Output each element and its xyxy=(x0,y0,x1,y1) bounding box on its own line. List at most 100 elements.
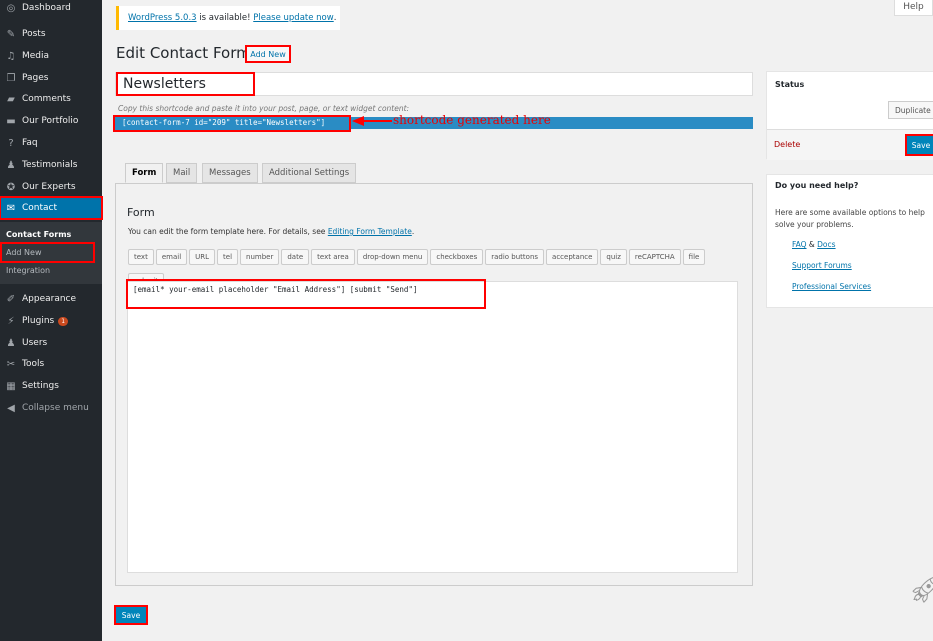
tag-button-number[interactable]: number xyxy=(240,249,280,265)
dashboard-icon: ◎ xyxy=(6,2,16,14)
tag-button-date[interactable]: date xyxy=(281,249,310,265)
sidebar-item-plugins[interactable]: ⚡ Plugins 1 xyxy=(0,310,102,332)
save-button-bottom[interactable]: Save xyxy=(114,605,148,625)
add-new-button[interactable]: Add New xyxy=(245,45,291,63)
sidebar-item-label: Comments xyxy=(22,94,71,104)
desc-end: . xyxy=(411,227,415,236)
help-text: Here are some available options to help … xyxy=(775,208,925,229)
wordpress-version-link[interactable]: WordPress 5.0.3 xyxy=(128,13,197,23)
settings-icon: ▦ xyxy=(6,380,16,392)
help-box: Do you need help? Here are some availabl… xyxy=(766,174,933,308)
sidebar-item-testimonials[interactable]: ♟ Testimonials xyxy=(0,154,102,176)
folder-icon: ▬ xyxy=(6,115,16,127)
help-title: Do you need help? xyxy=(775,181,859,190)
update-now-link[interactable]: Please update now xyxy=(253,13,333,23)
page-title: Edit Contact Form xyxy=(116,44,251,62)
sidebar-item-users[interactable]: ♟ Users xyxy=(0,332,102,354)
sidebar-item-label: Media xyxy=(22,51,50,61)
submenu-add-new[interactable]: Add New xyxy=(6,248,41,257)
collapse-icon: ◀ xyxy=(7,402,15,414)
brush-icon: ✐ xyxy=(6,293,16,305)
tag-button-checkboxes[interactable]: checkboxes xyxy=(430,249,484,265)
tag-button-text[interactable]: text xyxy=(128,249,154,265)
form-description: You can edit the form template here. For… xyxy=(128,227,414,236)
question-icon: ? xyxy=(8,137,14,149)
plugin-icon: ⚡ xyxy=(7,315,15,327)
shortcode-text[interactable]: [contact-form-7 id="209" title="Newslett… xyxy=(113,115,351,132)
sidebar-item-pages[interactable]: ❐ Pages xyxy=(0,67,102,89)
tag-button-radio-buttons[interactable]: radio buttons xyxy=(485,249,545,265)
sidebar-item-comments[interactable]: ▰ Comments xyxy=(0,88,102,110)
delete-link[interactable]: Delete xyxy=(774,140,800,149)
status-title: Status xyxy=(775,80,805,89)
shortcode-hint: Copy this shortcode and paste it into yo… xyxy=(118,104,410,113)
wrench-icon: ✂ xyxy=(6,358,16,370)
pages-icon: ❐ xyxy=(6,72,16,84)
tag-button-tel[interactable]: tel xyxy=(217,249,239,265)
arrow-line xyxy=(362,120,392,122)
tag-button-text-area[interactable]: text area xyxy=(311,249,355,265)
duplicate-button[interactable]: Duplicate xyxy=(888,101,933,119)
sidebar-item-our-experts[interactable]: ✪ Our Experts xyxy=(0,176,102,198)
title-value: Newsletters xyxy=(116,72,255,96)
amp: & xyxy=(806,240,818,249)
plugins-update-badge: 1 xyxy=(58,316,69,326)
rocket-icon[interactable]: 🚀︎ xyxy=(909,575,933,605)
save-button[interactable]: Save xyxy=(905,134,933,156)
tab-additional-settings[interactable]: Additional Settings xyxy=(262,163,357,183)
submenu-integration[interactable]: Integration xyxy=(6,266,50,275)
submenu-contact-forms[interactable]: Contact Forms xyxy=(6,230,71,239)
sidebar-item-label: Our Portfolio xyxy=(22,116,79,126)
media-icon: ♫ xyxy=(6,50,16,62)
tab-mail[interactable]: Mail xyxy=(166,163,198,183)
notice-end: . xyxy=(333,13,337,23)
user-icon: ♟ xyxy=(6,337,16,349)
annotation: shortcode generated here xyxy=(393,113,551,127)
sidebar-item-appearance[interactable]: ✐ Appearance xyxy=(0,288,102,310)
award-icon: ✪ xyxy=(6,181,16,193)
sidebar-item-label: Our Experts xyxy=(22,182,76,192)
tag-button-recaptcha[interactable]: reCAPTCHA xyxy=(628,249,681,265)
faq-docs: FAQ & Docs xyxy=(792,240,836,249)
tag-button-file[interactable]: file xyxy=(682,249,706,265)
sidebar-item-label: Contact xyxy=(22,203,58,213)
faq-link[interactable]: FAQ xyxy=(792,240,807,249)
comments-icon: ▰ xyxy=(7,93,15,105)
tag-button-drop-down-menu[interactable]: drop-down menu xyxy=(356,249,429,265)
sidebar-item-label: Plugins xyxy=(22,316,55,326)
update-notice: WordPress 5.0.3 is available! Please upd… xyxy=(116,6,340,30)
tag-button-acceptance[interactable]: acceptance xyxy=(546,249,599,265)
editing-form-template-link[interactable]: Editing Form Template xyxy=(328,227,412,236)
sidebar-item-our-portfolio[interactable]: ▬ Our Portfolio xyxy=(0,110,102,132)
tag-button-quiz[interactable]: quiz xyxy=(600,249,627,265)
tab-messages[interactable]: Messages xyxy=(202,163,258,183)
notice-text: is available! xyxy=(196,13,254,23)
form-template-textarea[interactable] xyxy=(127,281,738,573)
support-forums-link[interactable]: Support Forums xyxy=(792,261,852,270)
sidebar-item-tools[interactable]: ✂ Tools xyxy=(0,353,102,375)
help-tab[interactable]: Help xyxy=(894,0,933,16)
pin-icon: ✎ xyxy=(6,28,16,40)
users-icon: ♟ xyxy=(6,159,16,171)
sidebar-item-faq[interactable]: ? Faq xyxy=(0,132,102,154)
sidebar-item-settings[interactable]: ▦ Settings xyxy=(0,375,102,397)
tag-button-email[interactable]: email xyxy=(155,249,188,265)
desc-text: You can edit the form template here. For… xyxy=(128,227,328,236)
sidebar-item-label: Settings xyxy=(22,381,59,391)
mail-icon: ✉ xyxy=(6,202,16,214)
docs-link[interactable]: Docs xyxy=(817,240,835,249)
form-template-text: [email* your-email placeholder "Email Ad… xyxy=(126,279,486,309)
sidebar-item-label: Dashboard xyxy=(22,3,71,13)
professional-services-link[interactable]: Professional Services xyxy=(792,282,871,291)
sidebar-item-label: Appearance xyxy=(22,294,77,304)
sidebar-item-label: Testimonials xyxy=(22,160,78,170)
sidebar-item-collapse-menu[interactable]: ◀ Collapse menu xyxy=(0,397,102,419)
tag-button-url[interactable]: URL xyxy=(189,249,216,265)
sidebar-item-media[interactable]: ♫ Media xyxy=(0,45,102,67)
form-panel: Form You can edit the form template here… xyxy=(115,183,753,586)
sidebar-item-dashboard[interactable]: ◎ Dashboard xyxy=(0,0,102,19)
sidebar-item-contact[interactable]: ✉ Contact xyxy=(0,196,103,220)
sidebar-item-label: Tools xyxy=(22,359,45,369)
sidebar-item-posts[interactable]: ✎ Posts xyxy=(0,23,102,45)
tab-form[interactable]: Form xyxy=(125,163,164,183)
